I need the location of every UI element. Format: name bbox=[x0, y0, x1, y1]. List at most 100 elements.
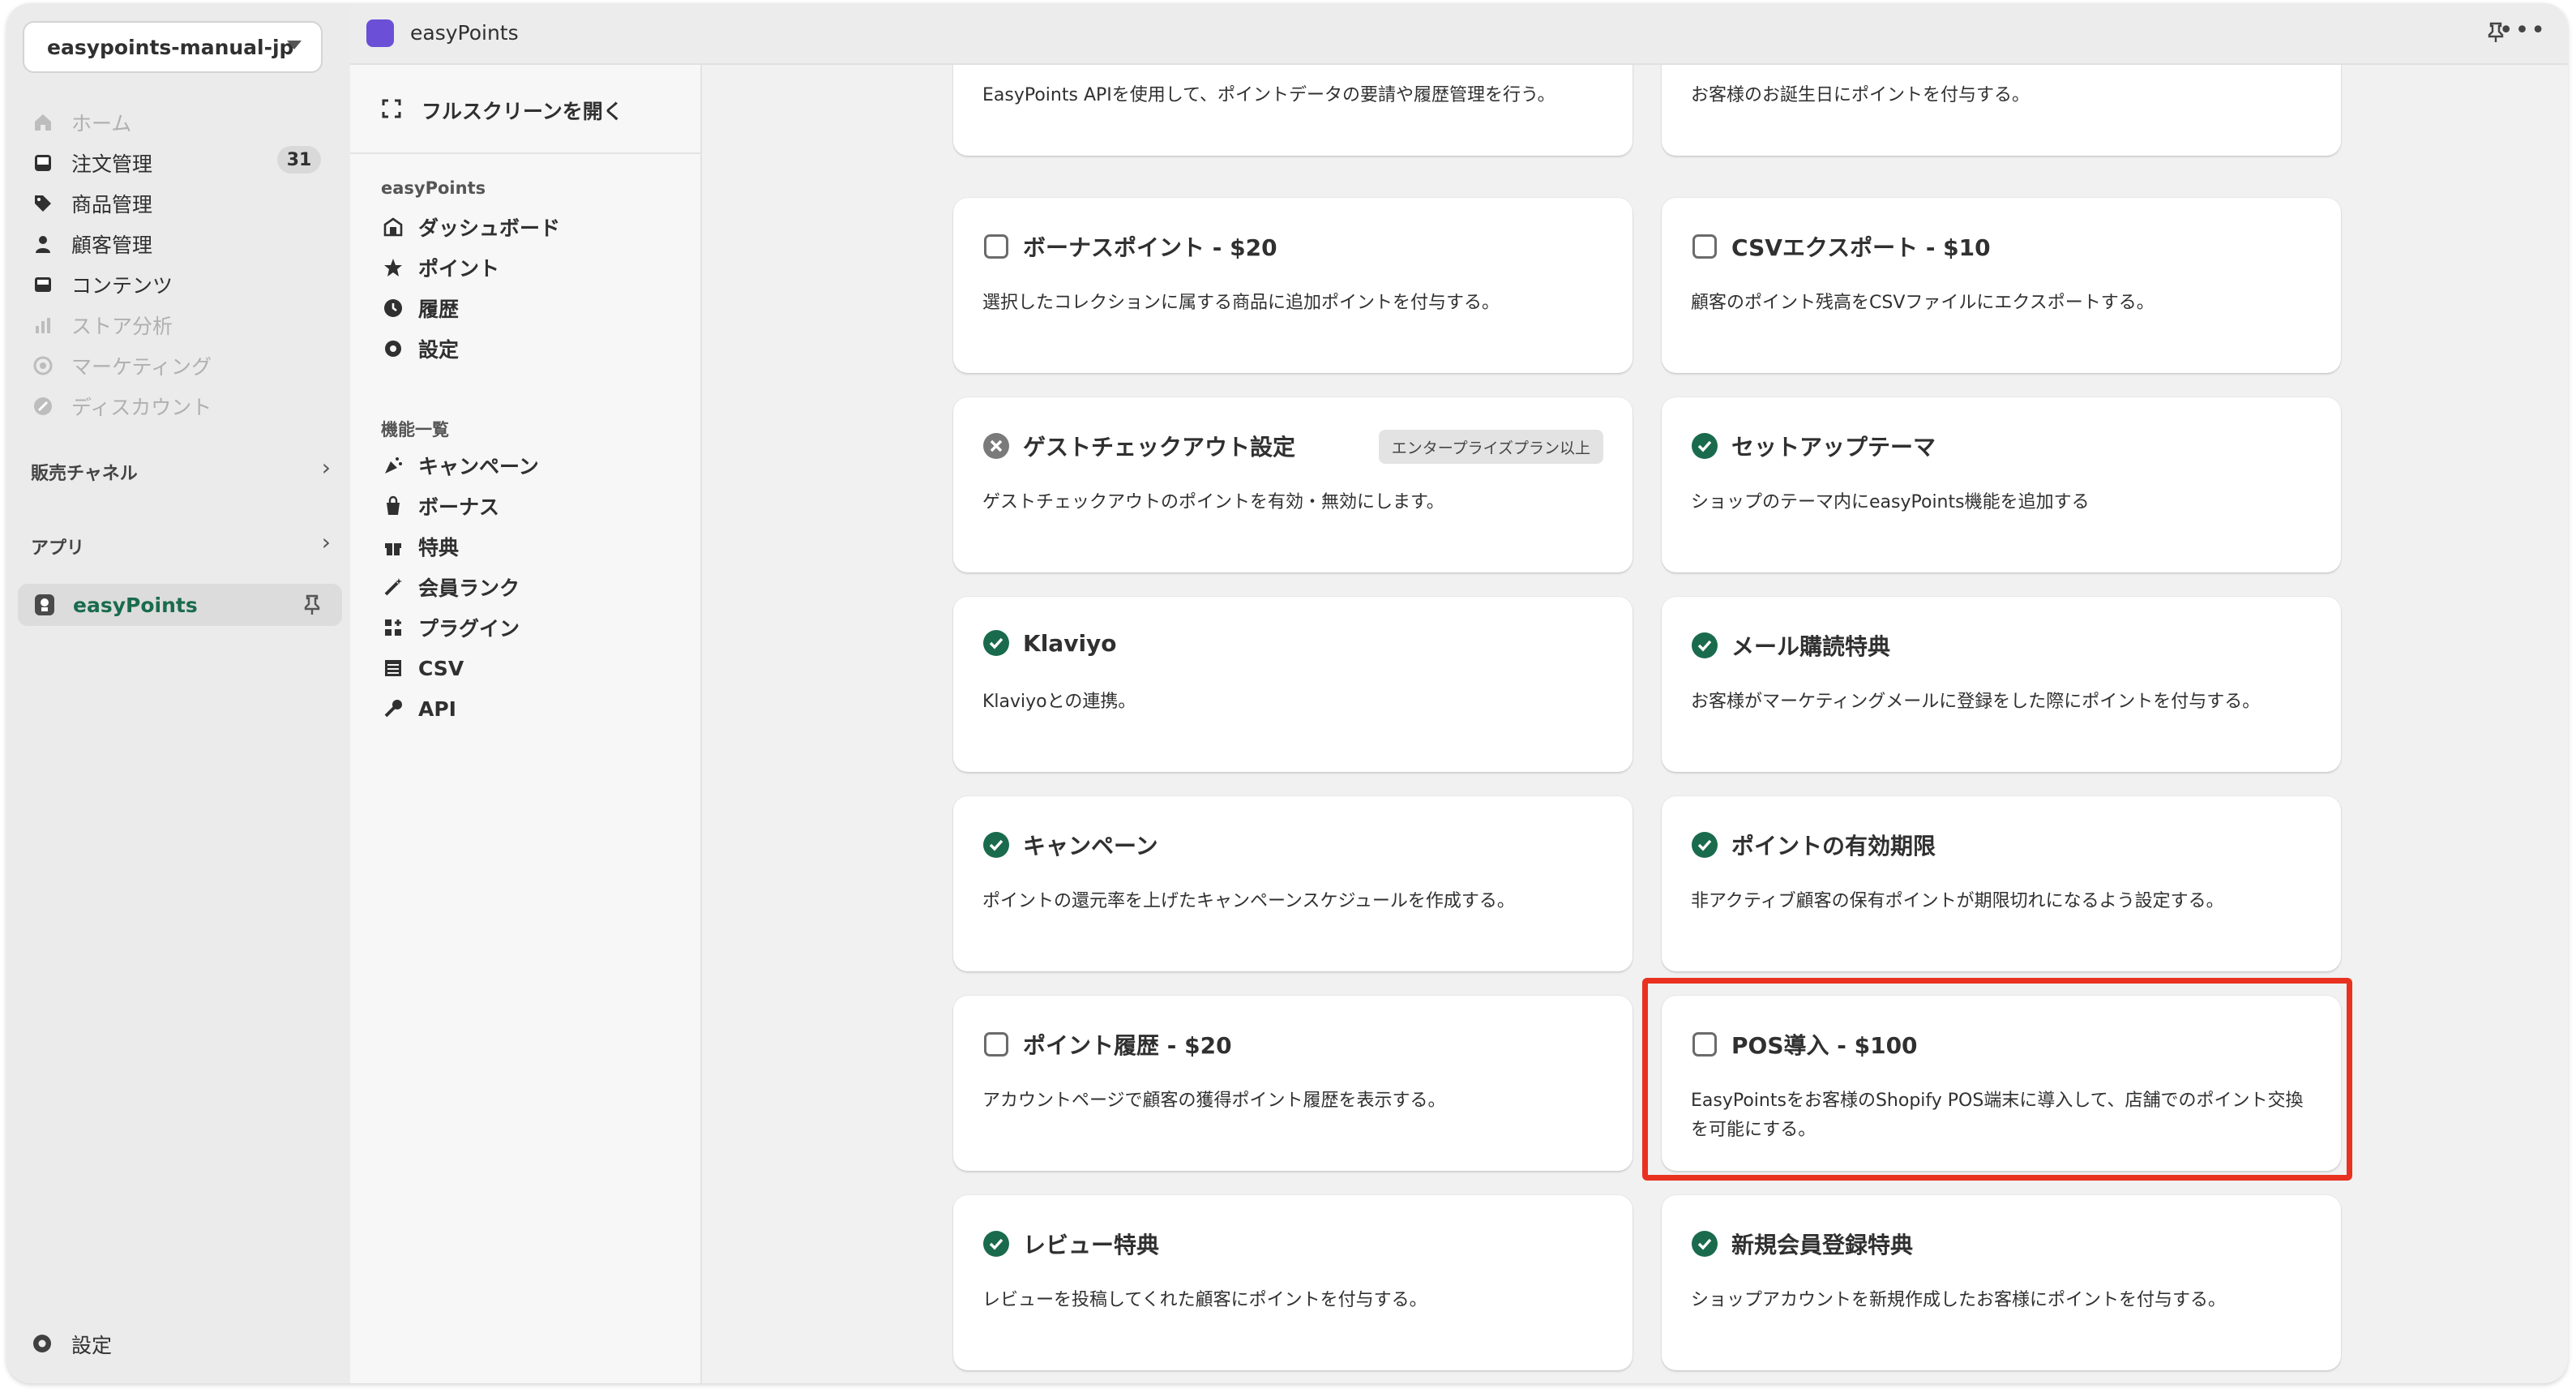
sparkle-icon bbox=[381, 453, 405, 478]
side-item-csv[interactable]: CSV bbox=[381, 652, 464, 684]
app-sidebar: フルスクリーンを開く easyPoints ダッシュボード ポイント 履歴 設定… bbox=[350, 65, 702, 1383]
admin-sidebar: easypoints-manual-jp ホーム 注文管理 31 商品管理 顧客… bbox=[6, 3, 350, 1383]
feature-title: ボーナスポイント - $20 bbox=[1023, 234, 1277, 261]
side-item-label: 会員ランク bbox=[418, 576, 520, 600]
feature-card-guest-checkout[interactable]: ゲストチェックアウト設定 エンタープライズプラン以上 ゲストチェックアウトのポイ… bbox=[953, 397, 1632, 572]
check-circle-icon bbox=[1691, 831, 1718, 859]
feature-title: ゲストチェックアウト設定 bbox=[1023, 434, 1296, 461]
store-selector[interactable]: easypoints-manual-jp bbox=[23, 21, 323, 73]
chevron-right-icon: › bbox=[321, 529, 331, 555]
easypoints-app-icon bbox=[32, 593, 57, 617]
feature-card-review[interactable]: レビュー特典 レビューを投稿してくれた顧客にポイントを付与する。 bbox=[953, 1195, 1632, 1370]
group-easypoints: easyPoints bbox=[381, 178, 486, 198]
side-item-settings[interactable]: 設定 bbox=[381, 332, 459, 365]
nav-item-home[interactable]: ホーム bbox=[31, 104, 131, 141]
feature-card-campaign[interactable]: キャンペーン ポイントの還元率を上げたキャンペーンスケジュールを作成する。 bbox=[953, 796, 1632, 971]
side-item-bonus[interactable]: ボーナス bbox=[381, 490, 499, 522]
side-item-label: ボーナス bbox=[418, 495, 500, 519]
side-item-history[interactable]: 履歴 bbox=[381, 292, 459, 324]
feature-card-signup[interactable]: 新規会員登録特典 ショップアカウントを新規作成したお客様にポイントを付与する。 bbox=[1662, 1195, 2341, 1370]
gear-icon bbox=[31, 1332, 55, 1357]
feature-title: メール購読特典 bbox=[1731, 633, 1891, 660]
feature-desc: 非アクティブ顧客の保有ポイントが期限切れになるよう設定する。 bbox=[1691, 891, 2224, 911]
fullscreen-label: フルスクリーンを開く bbox=[421, 100, 623, 123]
nav-item-analytics[interactable]: ストア分析 bbox=[31, 306, 173, 344]
nav-item-label: 商品管理 bbox=[71, 193, 153, 216]
nav-settings[interactable]: 設定 bbox=[31, 1330, 112, 1359]
nav-item-label: 顧客管理 bbox=[71, 234, 153, 257]
feature-desc: ゲストチェックアウトのポイントを有効・無効にします。 bbox=[982, 492, 1444, 512]
feature-list: EasyPoints APIを使用して、ポイントデータの要請や履歴管理を行う。 … bbox=[702, 65, 2568, 1383]
feature-title: Klaviyo bbox=[1023, 629, 1117, 657]
nav-item-content[interactable]: コンテンツ bbox=[31, 266, 173, 303]
feature-desc: 顧客のポイント残高をCSVファイルにエクスポートする。 bbox=[1691, 293, 2155, 313]
nav-item-label: 注文管理 bbox=[71, 152, 153, 176]
side-item-campaign[interactable]: キャンペーン bbox=[381, 449, 539, 482]
checkbox[interactable] bbox=[1691, 233, 1718, 260]
more-options-icon[interactable]: ••• bbox=[2499, 16, 2547, 45]
content-icon bbox=[31, 272, 55, 297]
magic-wand-icon bbox=[381, 575, 405, 599]
feature-card-newsletter[interactable]: メール購読特典 お客様がマーケティングメールに登録をした際にポイントを付与する。 bbox=[1662, 597, 2341, 772]
side-item-plugins[interactable]: プラグイン bbox=[381, 611, 520, 644]
nav-item-customers[interactable]: 顧客管理 bbox=[31, 225, 152, 263]
chevron-down-icon bbox=[287, 41, 302, 49]
gear-icon bbox=[381, 336, 405, 361]
sales-channels-section[interactable]: 販売チャネル › bbox=[31, 454, 331, 485]
tag-icon bbox=[31, 191, 55, 216]
feature-card-klaviyo[interactable]: Klaviyo Klaviyoとの連携。 bbox=[953, 597, 1632, 772]
check-circle-icon bbox=[982, 629, 1010, 657]
nav-item-easypoints[interactable]: easyPoints bbox=[18, 584, 342, 626]
pin-icon[interactable] bbox=[303, 594, 321, 621]
inbox-icon bbox=[31, 151, 55, 175]
admin-window: easypoints-manual-jp ホーム 注文管理 31 商品管理 顧客… bbox=[6, 3, 2568, 1383]
feature-card-point-history[interactable]: ポイント履歴 - $20 アカウントページで顧客の獲得ポイント履歴を表示する。 bbox=[953, 996, 1632, 1171]
feature-desc: レビューを投稿してくれた顧客にポイントを付与する。 bbox=[982, 1290, 1427, 1310]
nav-item-label: コンテンツ bbox=[71, 274, 173, 298]
feature-title: セットアップテーマ bbox=[1731, 434, 1936, 461]
side-item-tiers[interactable]: 会員ランク bbox=[381, 571, 520, 603]
side-item-api[interactable]: API bbox=[381, 692, 456, 725]
store-name: easypoints-manual-jp bbox=[47, 35, 294, 59]
feature-card-birthday[interactable]: お客様のお誕生日にポイントを付与する。 bbox=[1662, 65, 2341, 156]
side-item-dashboard[interactable]: ダッシュボード bbox=[381, 211, 560, 243]
home-icon bbox=[31, 110, 55, 135]
feature-desc: 選択したコレクションに属する商品に追加ポイントを付与する。 bbox=[982, 293, 1500, 313]
target-icon bbox=[31, 354, 55, 378]
feature-card-point-expiry[interactable]: ポイントの有効期限 非アクティブ顧客の保有ポイントが期限切れになるよう設定する。 bbox=[1662, 796, 2341, 971]
nav-item-label: ホーム bbox=[71, 112, 132, 135]
fullscreen-button[interactable]: フルスクリーンを開く bbox=[381, 96, 623, 125]
feature-title: ポイント履歴 - $20 bbox=[1023, 1032, 1232, 1059]
feature-card-bonus-points[interactable]: ボーナスポイント - $20 選択したコレクションに属する商品に追加ポイントを付… bbox=[953, 198, 1632, 373]
side-item-points[interactable]: ポイント bbox=[381, 251, 499, 284]
section-label: 販売チャネル bbox=[31, 464, 138, 484]
clock-icon bbox=[381, 296, 405, 320]
apps-section[interactable]: アプリ › bbox=[31, 529, 331, 559]
star-icon bbox=[381, 255, 405, 280]
side-item-label: ポイント bbox=[418, 257, 500, 281]
check-circle-icon bbox=[982, 831, 1010, 859]
feature-desc: アカウントページで顧客の獲得ポイント履歴を表示する。 bbox=[982, 1091, 1446, 1111]
feature-title: CSVエクスポート - $10 bbox=[1731, 234, 1991, 261]
chevron-right-icon: › bbox=[321, 454, 331, 481]
side-item-label: 設定 bbox=[418, 338, 460, 362]
feature-card-api[interactable]: EasyPoints APIを使用して、ポイントデータの要請や履歴管理を行う。 bbox=[953, 65, 1632, 156]
app-topbar: easyPoints ••• bbox=[350, 3, 2568, 65]
discount-icon bbox=[31, 394, 55, 418]
nav-item-label: マーケティング bbox=[71, 355, 212, 379]
plan-badge: エンタープライズプラン以上 bbox=[1378, 430, 1603, 464]
nav-item-marketing[interactable]: マーケティング bbox=[31, 347, 212, 384]
feature-card-setup-theme[interactable]: セットアップテーマ ショップのテーマ内にeasyPoints機能を追加する bbox=[1662, 397, 2341, 572]
feature-desc: ショップアカウントを新規作成したお客様にポイントを付与する。 bbox=[1691, 1290, 2227, 1310]
checkbox[interactable] bbox=[982, 233, 1010, 260]
nav-item-discounts[interactable]: ディスカウント bbox=[31, 388, 212, 425]
side-item-label: API bbox=[418, 696, 456, 721]
side-item-rewards[interactable]: 特典 bbox=[381, 530, 459, 563]
table-icon bbox=[381, 656, 405, 680]
apps-icon bbox=[381, 615, 405, 640]
feature-card-csv-export[interactable]: CSVエクスポート - $10 顧客のポイント残高をCSVファイルにエクスポート… bbox=[1662, 198, 2341, 373]
nav-item-products[interactable]: 商品管理 bbox=[31, 185, 152, 222]
nav-item-orders[interactable]: 注文管理 bbox=[31, 144, 152, 182]
nav-item-label: ディスカウント bbox=[71, 396, 212, 419]
checkbox[interactable] bbox=[982, 1031, 1010, 1058]
